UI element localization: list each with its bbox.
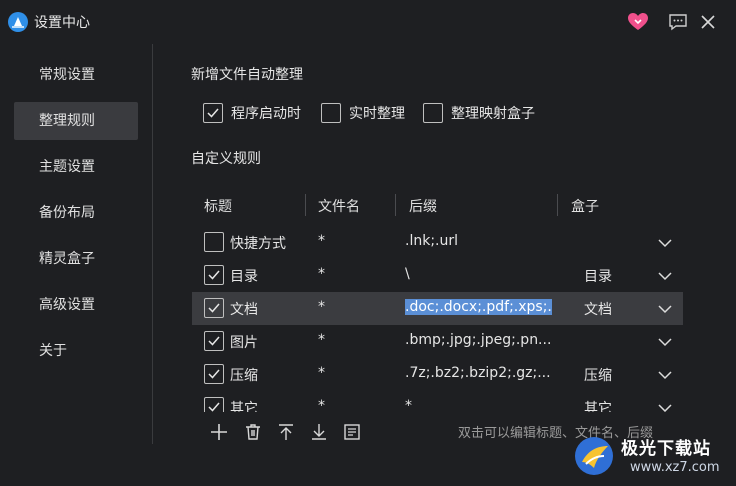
column-header-title[interactable]: 标题 (204, 196, 232, 216)
option-label: 整理映射盒子 (451, 106, 535, 122)
table-row[interactable]: 快捷方式 * .lnk;.url (192, 226, 683, 259)
table-row[interactable]: 压缩 * .7z;.bz2;.bzip2;.gz;... 压缩 (192, 358, 683, 391)
cell-suffix: * (405, 398, 412, 412)
heart-icon[interactable] (627, 11, 649, 33)
table-header: 标题 文件名 后缀 盒子 (192, 186, 683, 224)
row-checkbox[interactable] (204, 331, 224, 351)
cell-box: 文档 (584, 302, 612, 318)
move-top-icon[interactable] (276, 422, 296, 442)
cell-suffix-editing[interactable]: .doc;.docx;.pdf;.xps;. (405, 299, 557, 315)
cell-suffix: \ (405, 266, 410, 282)
custom-rules-title: 自定义规则 (191, 151, 261, 167)
cell-suffix: .7z;.bz2;.bzip2;.gz;... (405, 365, 551, 381)
sidebar-item-theme[interactable]: 主题设置 (14, 148, 138, 186)
sidebar-item-about[interactable]: 关于 (14, 332, 138, 370)
delete-icon[interactable] (243, 422, 263, 442)
chevron-down-icon[interactable] (658, 368, 672, 382)
cell-title: 目录 (230, 269, 258, 285)
column-header-box[interactable]: 盒子 (571, 196, 599, 216)
title-bar: 设置中心 (0, 0, 736, 44)
close-icon[interactable] (697, 11, 719, 33)
column-separator[interactable] (305, 194, 306, 216)
chevron-down-icon[interactable] (658, 335, 672, 349)
column-header-suffix[interactable]: 后缀 (409, 196, 437, 216)
cell-filename: * (318, 299, 325, 315)
cell-box: 压缩 (584, 368, 612, 384)
sidebar-item-general[interactable]: 常规设置 (14, 56, 138, 94)
chevron-down-icon[interactable] (658, 401, 672, 412)
cell-title: 压缩 (230, 368, 258, 384)
watermark-url: www.xz7.com (630, 460, 720, 475)
rules-table: 标题 文件名 后缀 盒子 快捷方式 * .lnk;.url 目录 * \ 目录 … (192, 186, 683, 412)
app-logo-icon (8, 12, 28, 32)
row-checkbox[interactable] (204, 397, 224, 412)
window-title: 设置中心 (34, 15, 90, 31)
selected-text[interactable]: .doc;.docx;.pdf;.xps;. (405, 299, 552, 315)
chevron-down-icon[interactable] (658, 269, 672, 283)
cell-filename: * (318, 266, 325, 282)
sidebar-item-advanced[interactable]: 高级设置 (14, 286, 138, 324)
table-row[interactable]: 其它 * * 其它 (192, 391, 683, 412)
chevron-down-icon[interactable] (658, 236, 672, 250)
row-checkbox[interactable] (204, 298, 224, 318)
table-row-selected[interactable]: 文档 * .doc;.docx;.pdf;.xps;. 文档 (192, 292, 683, 325)
row-checkbox[interactable] (204, 364, 224, 384)
table-row[interactable]: 图片 * .bmp;.jpg;.jpeg;.pn... (192, 325, 683, 358)
column-separator[interactable] (557, 194, 558, 216)
option-label: 实时整理 (349, 106, 405, 122)
checkbox[interactable] (321, 103, 341, 123)
auto-organize-title: 新增文件自动整理 (191, 67, 303, 83)
cell-title: 文档 (230, 302, 258, 318)
sidebar-divider (152, 44, 153, 444)
sidebar-item-backup[interactable]: 备份布局 (14, 194, 138, 232)
table-row[interactable]: 目录 * \ 目录 (192, 259, 683, 292)
checkbox[interactable] (203, 103, 223, 123)
option-realtime[interactable]: 实时整理 (321, 102, 405, 124)
column-separator[interactable] (395, 194, 396, 216)
cell-title: 其它 (230, 401, 258, 412)
checkbox[interactable] (423, 103, 443, 123)
add-icon[interactable] (209, 422, 229, 442)
cell-filename: * (318, 233, 325, 249)
sidebar: 常规设置 整理规则 主题设置 备份布局 精灵盒子 高级设置 关于 (0, 44, 152, 444)
chevron-down-icon[interactable] (658, 302, 672, 316)
row-checkbox[interactable] (204, 265, 224, 285)
option-on-startup[interactable]: 程序启动时 (203, 102, 301, 124)
cell-box: 目录 (584, 269, 612, 285)
cell-suffix: .lnk;.url (405, 233, 459, 249)
cell-title: 快捷方式 (230, 236, 286, 252)
watermark-logo: 极光下载站 www.xz7.com (572, 432, 732, 482)
cell-filename: * (318, 365, 325, 381)
feedback-icon[interactable] (667, 11, 689, 33)
sidebar-item-sprite-box[interactable]: 精灵盒子 (14, 240, 138, 278)
list-icon[interactable] (342, 422, 362, 442)
move-bottom-icon[interactable] (309, 422, 329, 442)
cell-suffix: .bmp;.jpg;.jpeg;.pn... (405, 332, 552, 348)
cell-filename: * (318, 398, 325, 412)
option-label: 程序启动时 (231, 106, 301, 122)
watermark-icon (575, 437, 613, 475)
column-header-name[interactable]: 文件名 (318, 196, 360, 216)
row-checkbox[interactable] (204, 232, 224, 252)
cell-filename: * (318, 332, 325, 348)
cell-title: 图片 (230, 335, 258, 351)
sidebar-item-rules[interactable]: 整理规则 (14, 102, 138, 140)
option-map-box[interactable]: 整理映射盒子 (423, 102, 535, 124)
cell-box: 其它 (584, 401, 612, 412)
watermark-title: 极光下载站 (621, 439, 711, 459)
